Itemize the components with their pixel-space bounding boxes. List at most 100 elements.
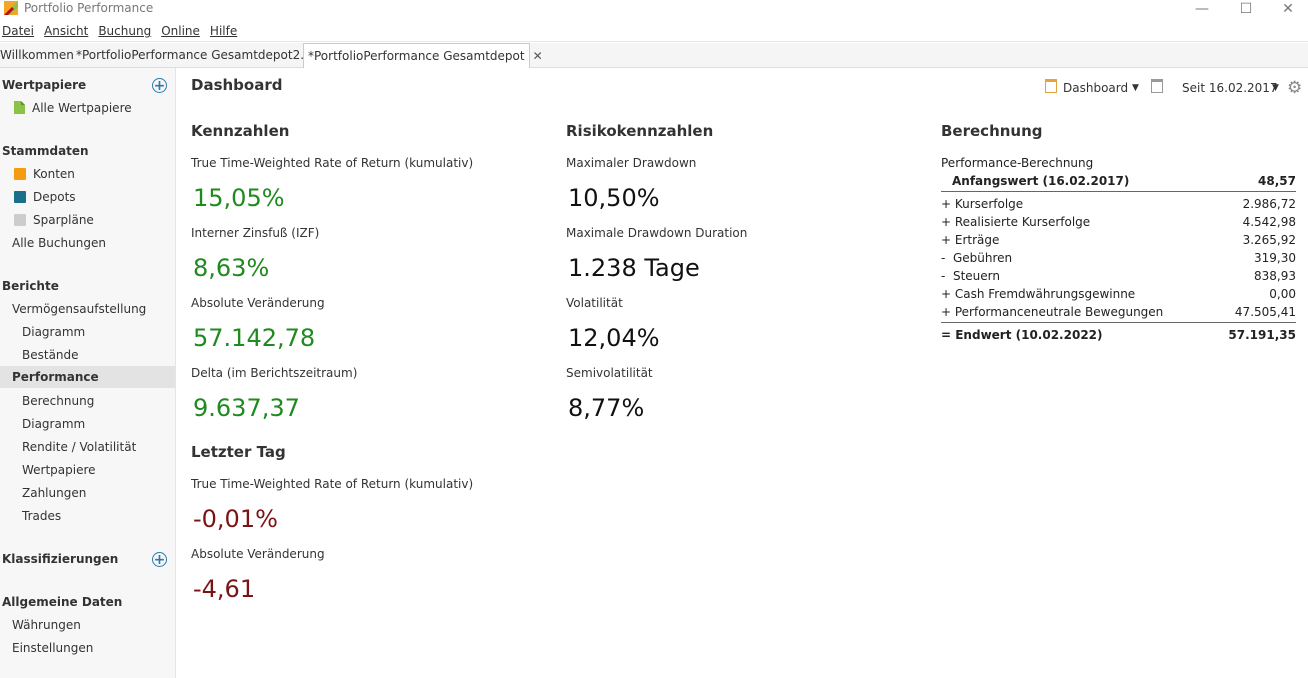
section-risikokennzahlen: Risikokennzahlen	[566, 122, 714, 140]
kpi-label-izf: Interner Zinsfuß (IZF)	[191, 226, 320, 240]
sidebar-item-alle-buchungen[interactable]: Alle Buchungen	[12, 232, 187, 254]
period-selector[interactable]: Seit 16.02.2017	[1182, 78, 1278, 98]
section-letzter-tag: Letzter Tag	[191, 443, 286, 461]
sidebar-item-waehrungen[interactable]: Währungen	[12, 614, 187, 636]
sidebar: Wertpapiere + Alle Wertpapiere Stammdate…	[0, 68, 176, 678]
section-kennzahlen: Kennzahlen	[191, 122, 290, 140]
kpi-value-absolute-veraenderung: 57.142,78	[193, 324, 316, 352]
menu-ansicht[interactable]: Ansicht	[42, 21, 92, 41]
sidebar-item-performance[interactable]: Performance	[0, 366, 175, 388]
sidebar-heading-wertpapiere: Wertpapiere	[2, 78, 87, 92]
menu-separator	[0, 41, 1308, 42]
dashboard-panel: Dashboard Dashboard ▼ Seit 16.02.2017 ▼ …	[176, 68, 1308, 678]
period-dropdown-icon[interactable]: ▼	[1272, 78, 1279, 98]
sidebar-heading-berichte: Berichte	[2, 279, 59, 293]
calc-label: + Realisierte Kurserfolge	[941, 215, 1091, 229]
section-berechnung: Berechnung	[941, 122, 1043, 140]
file-icon	[14, 101, 25, 114]
sidebar-item-label: Konten	[33, 167, 75, 181]
sidebar-item-label: Alle Wertpapiere	[32, 101, 132, 115]
dashboard-icon	[1045, 79, 1057, 93]
kpi-value-absolute-veraenderung-letzter-tag: -4,61	[193, 575, 256, 603]
calc-label: = Endwert (10.02.2022)	[941, 328, 1103, 342]
menu-hilfe[interactable]: Hilfe	[208, 21, 241, 41]
sidebar-item-label: Depots	[33, 190, 76, 204]
kpi-value-delta: 9.637,37	[193, 394, 300, 422]
calc-value: 838,93	[1254, 269, 1296, 283]
konten-icon	[14, 168, 26, 180]
minimize-button[interactable]: —	[1182, 0, 1222, 18]
menu-buchung[interactable]: Buchung	[96, 21, 155, 41]
kpi-label-absolute-veraenderung: Absolute Veränderung	[191, 296, 325, 310]
sidebar-item-zahlungen[interactable]: Zahlungen	[22, 482, 197, 504]
calc-row-ertraege: + Erträge 3.265,92	[941, 231, 1296, 249]
sidebar-item-einstellungen[interactable]: Einstellungen	[12, 637, 187, 659]
dashboard-selector-label: Dashboard	[1063, 81, 1129, 95]
calc-divider	[941, 191, 1296, 192]
calc-label: + Cash Fremdwährungsgewinne	[941, 287, 1136, 301]
sidebar-heading-allgemeine-daten: Allgemeine Daten	[2, 595, 123, 609]
sidebar-heading-klassifizierungen: Klassifizierungen	[2, 552, 119, 566]
sidebar-item-wertpapiere[interactable]: Wertpapiere	[22, 459, 197, 481]
dashboard-selector[interactable]: Dashboard	[1045, 78, 1128, 98]
close-window-button[interactable]: ✕	[1268, 0, 1308, 18]
sidebar-item-bestaende[interactable]: Bestände	[22, 344, 197, 366]
calc-label: - Gebühren	[941, 251, 1013, 265]
kpi-label-ttwror-letzter-tag: True Time-Weighted Rate of Return (kumul…	[191, 477, 474, 491]
calc-row-realisierte-kurserfolge: + Realisierte Kurserfolge 4.542,98	[941, 213, 1296, 231]
calc-label: + Erträge	[941, 233, 1000, 247]
calc-value: 3.265,92	[1242, 233, 1296, 247]
calc-value: 2.986,72	[1242, 197, 1296, 211]
calc-row-steuern: - Steuern 838,93	[941, 267, 1296, 285]
sidebar-item-rendite-volatilitaet[interactable]: Rendite / Volatilität	[22, 436, 197, 458]
calc-subtitle: Performance-Berechnung	[941, 154, 1296, 172]
kpi-label-volatilitaet: Volatilität	[566, 296, 623, 310]
sidebar-item-diagramm[interactable]: Diagramm	[22, 321, 197, 343]
app-logo-icon	[4, 1, 18, 15]
kpi-value-ttwror: 15,05%	[193, 184, 285, 212]
gear-icon[interactable]: ⚙	[1287, 78, 1302, 98]
add-klassifizierung-icon[interactable]: +	[152, 552, 167, 567]
tab-willkommen[interactable]: Willkommen	[0, 43, 74, 67]
dashboard-dropdown-icon[interactable]: ▼	[1132, 78, 1139, 98]
calc-value: 48,57	[1258, 174, 1296, 188]
menu-datei[interactable]: Datei	[0, 21, 38, 41]
calc-row-gebuehren: - Gebühren 319,30	[941, 249, 1296, 267]
sidebar-item-diagramm-performance[interactable]: Diagramm	[22, 413, 197, 435]
title-bar: Portfolio Performance — ☐ ✕	[0, 0, 1308, 20]
kpi-label-max-drawdown-duration: Maximale Drawdown Duration	[566, 226, 748, 240]
calc-row-kurserfolge: + Kurserfolge 2.986,72	[941, 195, 1296, 213]
page-title: Dashboard	[191, 76, 283, 94]
sidebar-item-konten[interactable]: Konten	[14, 163, 189, 185]
calc-value: 47.505,41	[1234, 305, 1296, 319]
sidebar-item-trades[interactable]: Trades	[22, 505, 197, 527]
calc-divider	[941, 322, 1296, 323]
sidebar-item-vermoegensaufstellung[interactable]: Vermögensaufstellung	[12, 298, 187, 320]
kpi-label-semivolatilitaet: Semivolatilität	[566, 366, 653, 380]
add-wertpapier-icon[interactable]: +	[152, 78, 167, 93]
calc-row-cash-fremdwaehrungsgewinne: + Cash Fremdwährungsgewinne 0,00	[941, 285, 1296, 303]
tab-gesamtdepot[interactable]: *PortfolioPerformance Gesamtdepot ✕	[303, 43, 543, 68]
menu-online[interactable]: Online	[159, 21, 204, 41]
kpi-value-ttwror-letzter-tag: -0,01%	[193, 505, 278, 533]
calc-value: 319,30	[1254, 251, 1296, 265]
tab-gesamtdepot2[interactable]: *PortfolioPerformance Gesamtdepot2.xml	[76, 43, 326, 67]
calc-value: 4.542,98	[1242, 215, 1296, 229]
maximize-button[interactable]: ☐	[1226, 0, 1266, 18]
sidebar-item-depots[interactable]: Depots	[14, 186, 189, 208]
tab-gesamtdepot-label: *PortfolioPerformance Gesamtdepot	[308, 49, 525, 63]
tab-bar: Willkommen *PortfolioPerformance Gesamtd…	[0, 43, 1308, 68]
calc-value: 57.191,35	[1228, 328, 1296, 342]
sidebar-item-sparplaene[interactable]: Sparpläne	[14, 209, 189, 231]
calendar-icon[interactable]	[1151, 78, 1163, 98]
sidebar-item-berechnung[interactable]: Berechnung	[22, 390, 197, 412]
kpi-label-delta: Delta (im Berichtszeitraum)	[191, 366, 358, 380]
window-title: Portfolio Performance	[24, 1, 154, 15]
kpi-label-max-drawdown: Maximaler Drawdown	[566, 156, 697, 170]
kpi-label-ttwror: True Time-Weighted Rate of Return (kumul…	[191, 156, 474, 170]
sidebar-heading-stammdaten: Stammdaten	[2, 144, 89, 158]
kpi-value-izf: 8,63%	[193, 254, 270, 282]
sidebar-item-alle-wertpapiere[interactable]: Alle Wertpapiere	[14, 97, 189, 119]
calc-label: + Kurserfolge	[941, 197, 1024, 211]
close-tab-icon[interactable]: ✕	[533, 44, 543, 68]
